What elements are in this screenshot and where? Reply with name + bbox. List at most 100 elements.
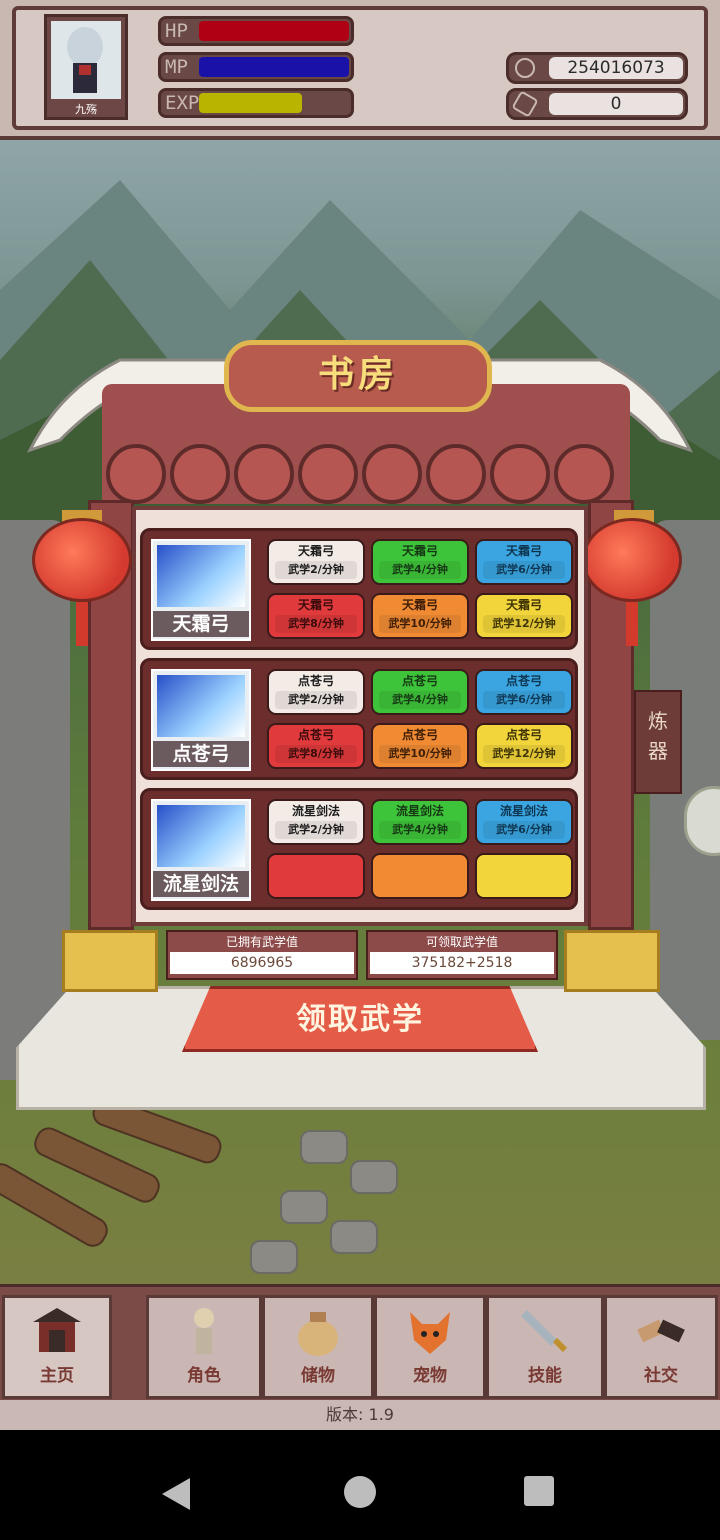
- owned-martial-value: 已拥有武学值 6896965: [166, 930, 358, 980]
- skill-cell[interactable]: 天霜弓 武学2/分钟: [267, 539, 365, 585]
- skill-row: 流星剑法 流星剑法 武学2/分钟 流星剑法 武学4/分钟 流星剑法 武学6/分钟: [140, 788, 578, 910]
- cell-rate: 武学4/分钟: [379, 691, 461, 709]
- skill-cell[interactable]: 点苍弓 武学12/分钟: [475, 723, 573, 769]
- cell-rate: 武学8/分钟: [275, 615, 357, 633]
- cell-name: 天霜弓: [401, 598, 438, 612]
- side-tab-label: 炼器: [648, 709, 668, 763]
- gem-icon: [511, 90, 539, 118]
- avatar-portrait: [51, 21, 121, 99]
- cell-name: 天霜弓: [401, 544, 438, 558]
- skill-portrait[interactable]: 点苍弓: [151, 669, 251, 771]
- cell-name: 点苍弓: [297, 728, 334, 742]
- fox-icon: [410, 1312, 450, 1354]
- exp-label: EXP: [165, 92, 200, 114]
- skill-name: 天霜弓: [153, 611, 249, 637]
- coin-counter[interactable]: 254016073: [506, 52, 688, 84]
- cell-rate: 武学2/分钟: [275, 691, 357, 709]
- nav-storage[interactable]: 储物: [262, 1295, 374, 1399]
- roof-tile-end: [426, 444, 486, 504]
- nav-label: 宠物: [413, 1366, 447, 1386]
- cell-name: 流星剑法: [499, 804, 548, 818]
- owned-value: 6896965: [170, 952, 354, 974]
- side-tab-forge[interactable]: 炼器: [634, 690, 682, 794]
- skill-cell[interactable]: 天霜弓 武学8/分钟: [267, 593, 365, 639]
- skill-cell-empty[interactable]: [267, 853, 365, 899]
- skill-cell[interactable]: 点苍弓 武学8/分钟: [267, 723, 365, 769]
- cell-name: 点苍弓: [401, 674, 438, 688]
- lantern-left-icon: [32, 518, 132, 602]
- claim-button[interactable]: 领取武学: [182, 986, 538, 1052]
- skill-cell[interactable]: 流星剑法 武学2/分钟: [267, 799, 365, 845]
- skill-cell[interactable]: 天霜弓 武学12/分钟: [475, 593, 573, 639]
- tassel: [76, 602, 88, 646]
- cell-rate: 武学10/分钟: [379, 745, 461, 763]
- lantern-right-icon: [582, 518, 682, 602]
- cell-name: 流星剑法: [291, 804, 340, 818]
- nav-home[interactable]: 主页: [2, 1295, 112, 1399]
- back-icon[interactable]: [162, 1478, 190, 1510]
- hp-fill: [199, 21, 349, 41]
- skill-cell[interactable]: 天霜弓武学6/分钟: [475, 539, 573, 585]
- skill-portrait[interactable]: 流星剑法: [151, 799, 251, 901]
- skill-cell[interactable]: 点苍弓武学4/分钟: [371, 669, 469, 715]
- cell-rate: 武学12/分钟: [483, 615, 565, 633]
- cell-name: 流星剑法: [395, 804, 444, 818]
- recent-apps-icon[interactable]: [524, 1476, 554, 1506]
- roof-tile-end: [170, 444, 230, 504]
- cell-name: 点苍弓: [505, 674, 542, 688]
- mp-label: MP: [165, 56, 188, 78]
- nav-label: 技能: [528, 1366, 562, 1386]
- owned-label: 已拥有武学值: [225, 935, 298, 949]
- skill-cell-empty[interactable]: [475, 853, 573, 899]
- skill-cell[interactable]: 天霜弓武学4/分钟: [371, 539, 469, 585]
- nav-social[interactable]: 社交: [604, 1295, 718, 1399]
- skill-cell[interactable]: 流星剑法 武学6/分钟: [475, 799, 573, 845]
- roof-tile-end: [554, 444, 614, 504]
- path-stone: [350, 1160, 398, 1194]
- skill-name: 流星剑法: [153, 871, 249, 897]
- skill-cell-empty[interactable]: [371, 853, 469, 899]
- cell-rate: 武学12/分钟: [483, 745, 565, 763]
- exp-bar: EXP: [158, 88, 354, 118]
- mp-bar: MP: [158, 52, 354, 82]
- nav-label: 储物: [301, 1366, 335, 1386]
- pavilion-icon: [33, 1308, 81, 1352]
- hp-bar: HP: [158, 16, 354, 46]
- skill-cell[interactable]: 点苍弓武学2/分钟: [267, 669, 365, 715]
- skill-cell[interactable]: 流星剑法 武学4/分钟: [371, 799, 469, 845]
- claimable-label: 可领取武学值: [425, 935, 498, 949]
- home-icon[interactable]: [344, 1476, 376, 1508]
- study-title: 书房: [317, 354, 398, 395]
- skill-portrait[interactable]: 天霜弓: [151, 539, 251, 641]
- cell-rate: 武学4/分钟: [379, 561, 461, 579]
- cell-rate: 武学10/分钟: [379, 615, 461, 633]
- exp-fill: [199, 93, 302, 113]
- player-name: 九殇: [75, 103, 97, 116]
- claim-button-label: 领取武学: [296, 1002, 424, 1037]
- coin-value: 254016073: [549, 57, 683, 79]
- nav-character[interactable]: 角色: [146, 1295, 262, 1399]
- skill-cell[interactable]: 点苍弓 武学6/分钟: [475, 669, 573, 715]
- roof-tile-end: [298, 444, 358, 504]
- skill-cell[interactable]: 天霜弓武学10/分钟: [371, 593, 469, 639]
- study-title-plaque: 书房: [224, 340, 492, 412]
- handshake-icon: [637, 1319, 685, 1343]
- roof-tile-end: [106, 444, 166, 504]
- swordsman-icon: [157, 805, 245, 867]
- skill-name: 点苍弓: [153, 741, 249, 767]
- nav-label: 角色: [187, 1366, 221, 1386]
- system-nav-bar: [0, 1430, 720, 1540]
- version-label: 版本: 1.9: [0, 1400, 720, 1430]
- claimable-value: 375182+2518: [370, 952, 554, 974]
- cell-rate: 武学2/分钟: [275, 561, 357, 579]
- nav-skills[interactable]: 技能: [486, 1295, 604, 1399]
- avatar[interactable]: 九殇: [44, 14, 128, 120]
- gem-counter[interactable]: 0: [506, 88, 688, 120]
- nav-pet[interactable]: 宠物: [374, 1295, 486, 1399]
- cliff-left: [0, 520, 70, 1080]
- skill-cell[interactable]: 点苍弓 武学10/分钟: [371, 723, 469, 769]
- cell-name: 点苍弓: [297, 674, 334, 688]
- cell-rate: 武学6/分钟: [483, 561, 565, 579]
- sword-icon: [521, 1310, 568, 1353]
- cell-name: 天霜弓: [505, 544, 542, 558]
